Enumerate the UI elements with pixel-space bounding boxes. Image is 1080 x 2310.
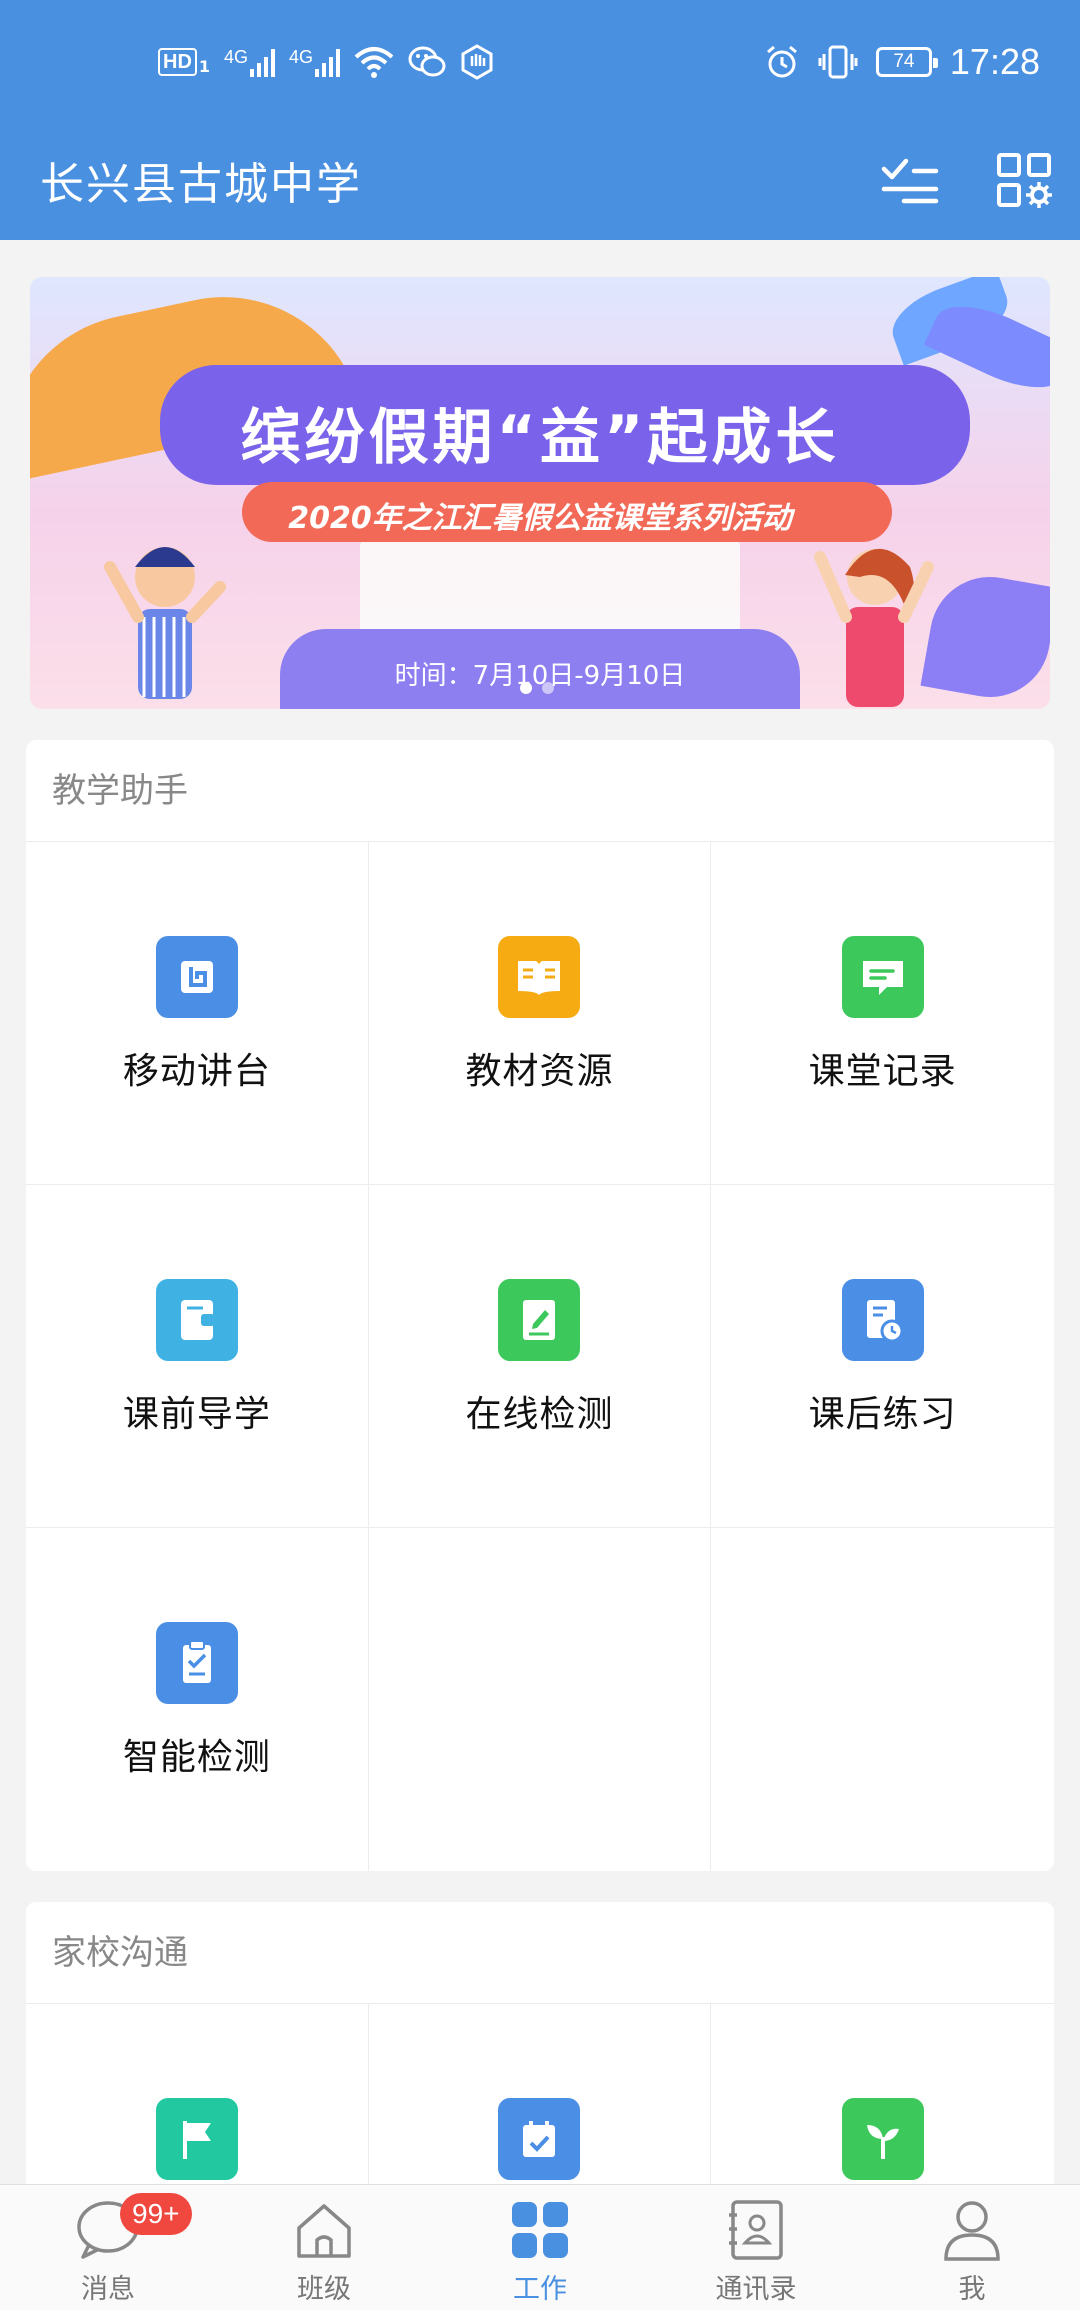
carousel-indicator xyxy=(520,682,554,694)
signal-bars-icon xyxy=(250,47,276,77)
battery-level: 74 xyxy=(893,51,915,72)
wallet-guide-icon xyxy=(155,1279,238,1361)
feature-grid: 移动讲台 教材资源 课堂记录 课前导学 在线检测 课后练习 智能检测 xyxy=(26,842,1054,1871)
feature-mobile-podium[interactable]: 移动讲台 xyxy=(26,842,369,1185)
contacts-book-icon xyxy=(723,2197,789,2263)
feature-notice[interactable] xyxy=(26,2004,369,2202)
section-title: 家校沟通 xyxy=(26,1902,1054,2004)
edit-book-icon xyxy=(498,1279,581,1361)
feature-label: 课前导学 xyxy=(122,1394,271,1435)
unread-badge: 99+ xyxy=(120,2193,192,2235)
tab-label: 通讯录 xyxy=(715,2274,797,2305)
tab-label: 班级 xyxy=(297,2274,351,2305)
battery-indicator: 74 xyxy=(875,47,938,77)
cellular-signal-2: 4G xyxy=(289,47,341,77)
feature-textbook-resources[interactable]: 教材资源 xyxy=(368,842,712,1185)
page-title: 长兴县古城中学 xyxy=(40,159,362,210)
person-icon xyxy=(939,2197,1005,2263)
sprout-icon xyxy=(841,2098,924,2180)
podium-icon xyxy=(155,936,238,1018)
section-title: 教学助手 xyxy=(26,740,1054,842)
feature-after-class-practice[interactable]: 课后练习 xyxy=(711,1185,1054,1528)
grid-settings-icon xyxy=(997,153,1052,208)
app-header: HD 1 4G 4G 74 17:28 长兴县古城中学 xyxy=(0,0,1080,240)
flag-icon xyxy=(155,2098,238,2180)
vibrate-icon xyxy=(818,45,858,79)
teaching-assistant-section: 教学助手 移动讲台 教材资源 课堂记录 课前导学 在线检测 课后练习 智能检测 xyxy=(26,740,1054,1871)
feature-growth[interactable] xyxy=(711,2004,1054,2202)
carousel-dot xyxy=(542,682,554,694)
wifi-icon xyxy=(354,47,394,78)
tab-class[interactable]: 班级 xyxy=(216,2185,432,2310)
network-type-label: 4G xyxy=(224,47,249,67)
textbook-icon xyxy=(498,936,581,1018)
tab-label: 我 xyxy=(958,2274,986,2305)
feature-class-record[interactable]: 课堂记录 xyxy=(711,842,1054,1185)
carousel-dot-active xyxy=(520,682,532,694)
hd-indicator: HD 1 xyxy=(158,48,210,76)
cellular-signal-1: 4G xyxy=(224,47,276,77)
alarm-icon xyxy=(766,45,797,78)
clipboard-check-icon xyxy=(155,1622,238,1704)
status-bar: HD 1 4G 4G 74 17:28 xyxy=(0,0,1080,120)
empty-grid-cell xyxy=(711,1528,1054,1871)
title-bar: 长兴县古城中学 xyxy=(0,120,1080,240)
calendar-check-icon xyxy=(498,2098,581,2180)
feature-grid xyxy=(26,2004,1054,2202)
chat-record-icon xyxy=(841,936,924,1018)
home-icon xyxy=(291,2197,357,2263)
sim-index: 1 xyxy=(198,57,211,76)
tab-me[interactable]: 我 xyxy=(864,2185,1080,2310)
shield-hand-icon xyxy=(461,44,493,80)
feature-pre-class-guide[interactable]: 课前导学 xyxy=(26,1185,369,1528)
feature-label: 课后练习 xyxy=(808,1394,957,1435)
app-grid-settings-button[interactable] xyxy=(986,142,1062,218)
status-time: 17:28 xyxy=(949,41,1040,82)
empty-grid-cell xyxy=(369,1528,712,1871)
feature-label: 课堂记录 xyxy=(808,1051,957,1092)
task-checklist-button[interactable] xyxy=(872,142,948,218)
feature-smart-test[interactable]: 智能检测 xyxy=(26,1528,369,1871)
feature-online-test[interactable]: 在线检测 xyxy=(368,1185,712,1528)
feature-label: 智能检测 xyxy=(122,1737,271,1778)
checklist-icon xyxy=(881,158,939,204)
banner-headline: 缤纷假期“益”起成长 xyxy=(240,403,840,473)
tab-contacts[interactable]: 通讯录 xyxy=(648,2185,864,2310)
status-left-group: HD 1 4G 4G xyxy=(158,42,494,82)
feature-label: 移动讲台 xyxy=(122,1051,271,1092)
signal-bars-icon xyxy=(315,47,341,77)
feature-checkin[interactable] xyxy=(369,2004,712,2202)
status-right-group: 74 17:28 xyxy=(764,38,1040,86)
tab-messages[interactable]: 消息 99+ xyxy=(0,2185,216,2310)
bottom-tab-bar: 消息 99+ 班级 工作 通讯录 我 xyxy=(0,2184,1080,2310)
tab-label: 工作 xyxy=(513,2274,567,2305)
hd-badge: HD xyxy=(158,48,197,76)
home-school-section: 家校沟通 xyxy=(26,1902,1054,2202)
clock-doc-icon xyxy=(841,1279,924,1361)
promo-banner[interactable]: 缤纷假期“益”起成长 2020年之江汇暑假公益课堂系列活动 时间：7月10日-9… xyxy=(30,277,1050,709)
grid-work-icon xyxy=(507,2197,573,2263)
network-type-label: 4G xyxy=(289,47,314,67)
feature-label: 教材资源 xyxy=(465,1051,614,1092)
tab-work[interactable]: 工作 xyxy=(432,2185,648,2310)
feature-label: 在线检测 xyxy=(465,1394,614,1435)
tab-label: 消息 xyxy=(81,2274,135,2305)
wechat-icon xyxy=(408,46,446,77)
